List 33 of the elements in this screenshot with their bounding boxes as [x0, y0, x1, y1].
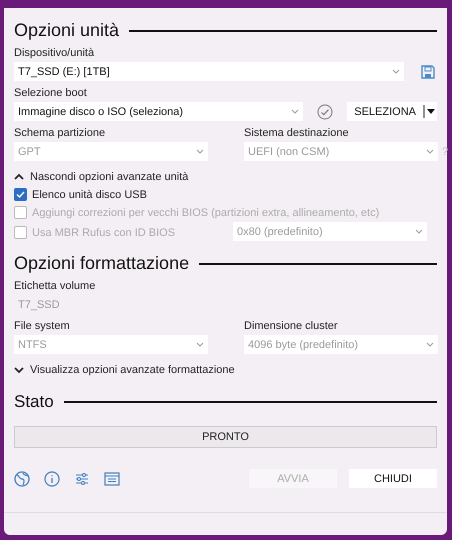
section-title: Opzioni unità: [14, 20, 120, 41]
info-icon[interactable]: [44, 470, 60, 486]
field-label: Etichetta volume: [14, 280, 96, 292]
chevron-icon: [196, 149, 204, 154]
settings-icon[interactable]: [74, 470, 90, 486]
check-circle-icon[interactable]: [317, 104, 334, 120]
close-button[interactable]: CHIUDI: [349, 469, 437, 488]
device-dropdown[interactable]: T7_SSD (E:) [1TB]: [14, 62, 404, 81]
field-label: Selezione boot: [14, 87, 88, 99]
advanced-options-toggle[interactable]: Visualizza opzioni avanzate formattazione: [14, 364, 437, 376]
field-label: Sistema destinazione: [244, 127, 350, 139]
section-title: Stato: [14, 392, 54, 412]
boot-dropdown[interactable]: Immagine disco o ISO (seleziona): [14, 102, 304, 121]
checkbox-option[interactable]: Elenco unità disco USB: [14, 188, 147, 201]
checkbox[interactable]: [14, 188, 27, 201]
chevron-up-icon: [14, 173, 24, 181]
globe-icon[interactable]: [14, 470, 30, 486]
chevron-icon: [415, 229, 423, 234]
log-icon[interactable]: [104, 470, 120, 486]
advanced-options-toggle[interactable]: Nascondi opzioni avanzate unità: [14, 171, 437, 183]
chevron-icon: [291, 109, 300, 114]
chevron-icon: [426, 149, 434, 154]
save-icon[interactable]: [420, 64, 436, 80]
field-label: File system: [14, 320, 71, 332]
select-button[interactable]: SELEZIONA: [347, 102, 424, 121]
section-title: Opzioni formattazione: [14, 253, 190, 274]
chevron-icon: [392, 69, 400, 74]
chevron-icon: [426, 342, 434, 347]
chevron-icon: [196, 342, 204, 347]
chevron-down-icon: [14, 366, 24, 374]
field-label: Dispositivo/unità: [14, 47, 96, 59]
field-label: Schema partizione: [14, 127, 106, 139]
field-label: Dimensione cluster: [244, 320, 339, 332]
